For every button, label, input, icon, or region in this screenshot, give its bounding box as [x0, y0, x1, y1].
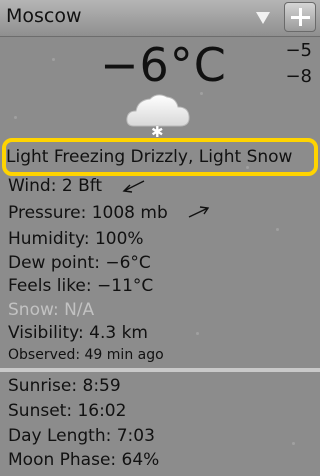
- section-divider: [0, 368, 320, 372]
- wind-value: Wind: 2 Bft: [8, 176, 103, 196]
- sunset-value: Sunset: 16:02: [8, 401, 127, 421]
- current-temperature: −6°C: [100, 38, 227, 92]
- snow-particle: [196, 332, 199, 335]
- observed-time: Observed: 49 min ago: [8, 347, 164, 363]
- dew-point-value: Dew point: −6°C: [8, 253, 151, 273]
- snow-value: Snow: N/A: [8, 300, 95, 320]
- wind-row: Wind: 2 Bft: [8, 176, 102, 196]
- day-length-value: Day Length: 7:03: [8, 426, 155, 446]
- location-header: Moscow: [0, 0, 320, 37]
- low-temperature: −8: [285, 66, 312, 87]
- add-location-button[interactable]: [284, 2, 316, 32]
- humidity-value: Humidity: 100%: [8, 229, 144, 249]
- snow-particle: [292, 442, 295, 445]
- pressure-value: Pressure: 1008 mb: [8, 203, 168, 223]
- moon-phase-value: Moon Phase: 64%: [8, 450, 160, 470]
- snow-particle: [200, 92, 203, 95]
- feels-like-value: Feels like: −11°C: [8, 276, 154, 296]
- snow-particle: [276, 228, 279, 231]
- snow-particle: [246, 166, 249, 169]
- pressure-row: Pressure: 1008 mb: [8, 203, 168, 223]
- city-name[interactable]: Moscow: [6, 5, 82, 27]
- sunrise-value: Sunrise: 8:59: [8, 376, 121, 396]
- condition-text: Light Freezing Drizzly, Light Snow: [6, 147, 293, 167]
- dropdown-arrow-icon[interactable]: [256, 12, 270, 24]
- snow-particle: [14, 116, 17, 119]
- visibility-value: Visibility: 4.3 km: [8, 323, 148, 343]
- high-temperature: −5: [285, 40, 312, 61]
- snow-particle: [52, 58, 55, 61]
- wind-direction-icon: [122, 180, 145, 193]
- pressure-trend-icon: [188, 206, 210, 218]
